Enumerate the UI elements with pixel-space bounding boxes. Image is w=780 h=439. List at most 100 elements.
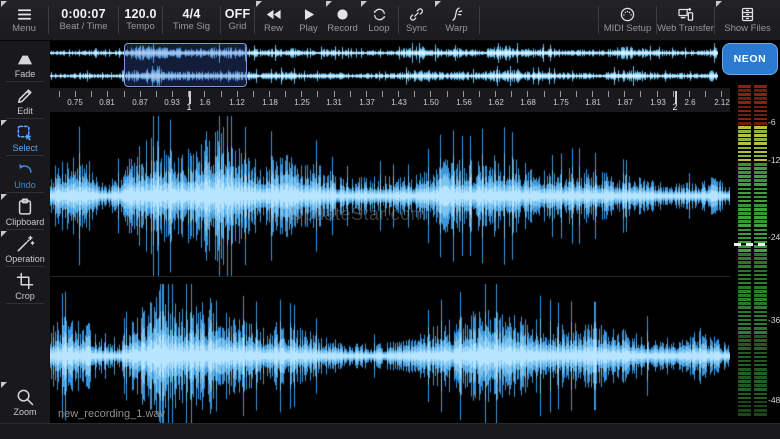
meter-segment [754,118,767,121]
crop-icon [15,271,35,291]
file-name-label: new_recording_1.wav [58,408,165,420]
meter-segment [754,368,767,371]
meter-segment [738,257,751,260]
ruler-tick [59,91,60,97]
meter-scale-label: -24 [768,232,780,242]
show-files-button[interactable]: Show Files [715,0,780,40]
field-time-sig[interactable]: 4/4Time Sig [163,0,220,40]
meter-segment [738,323,751,326]
midi-setup-button[interactable]: MIDI Setup [599,0,656,40]
loop-button[interactable]: Loop [360,0,398,40]
meter-segment [754,393,767,396]
sidebar-item-crop-label: Crop [15,292,35,301]
ruler-label: 1.81 [585,98,601,107]
long-press-indicator [1,382,7,388]
meter-segment [738,405,751,408]
ruler-tick [350,91,351,97]
meter-segment [738,282,751,285]
bottom-bar [0,423,780,439]
overview-waveform[interactable] [50,40,718,88]
field-beat-time[interactable]: 0:00:07Beat / Time [49,0,118,40]
ruler-label: 1.93 [650,98,666,107]
menu-button[interactable]: Menu [0,0,48,40]
sidebar-item-fade-label: Fade [15,70,36,79]
field-grid[interactable]: OFFGrid [221,0,254,40]
meter-segment [754,233,767,236]
meter-segment [754,315,767,318]
meter-segment [754,319,767,322]
web-transfer-button[interactable]: Web Transfer [657,0,714,40]
tool-sidebar: Fade EditSelect Undo ClipboardOperation Crop… [0,40,50,423]
meter-segment [754,384,767,387]
long-press-indicator [361,1,367,7]
meter-segment [754,224,767,227]
sidebar-item-undo[interactable]: Undo [0,156,50,193]
sync-label: Sync [406,24,427,34]
meter-segment [754,401,767,404]
meter-segment [738,118,751,121]
meter-segment [738,302,751,305]
meter-segment [754,294,767,297]
ruler-tick [317,91,318,97]
ruler-label: 1.56 [456,98,472,107]
meter-segment [754,274,767,277]
sidebar-item-undo-label: Undo [14,181,36,190]
ruler-tick [269,91,270,97]
ruler-tick [382,91,383,97]
ruler-tick [366,91,367,97]
meter-segment [754,97,767,100]
select-icon [15,123,35,143]
rew-label: Rew [264,24,283,34]
meter-segment [754,183,767,186]
ruler-tick [237,91,238,97]
meter-segment [754,220,767,223]
meter-segment [738,397,751,400]
ruler-tick [75,91,76,97]
web-transfer-icon [677,6,694,23]
timeline-ruler[interactable]: 0.750.810.870.931.61.121.181.251.311.371… [50,88,730,112]
meter-segment [738,106,751,109]
sidebar-item-crop[interactable]: Crop [0,267,50,304]
loop-icon [371,6,388,23]
overview-selection-box[interactable] [124,43,247,87]
ruler-label: 1.31 [326,98,342,107]
loop-label: Loop [368,24,389,34]
ruler-label: 1.50 [423,98,439,107]
field-tempo-label: Tempo [126,22,155,32]
ruler-tick [107,91,108,97]
sync-button[interactable]: Sync [399,0,434,40]
field-tempo[interactable]: 120.0Tempo [119,0,162,40]
meter-segment [738,265,751,268]
sidebar-item-clipboard[interactable]: Clipboard [0,193,50,230]
sidebar-item-operation[interactable]: Operation [0,230,50,267]
meter-segment [738,298,751,301]
meter-segment [738,122,751,125]
ruler-tick [430,91,431,97]
meter-segment [738,138,751,141]
meter-segment [738,155,751,158]
sidebar-item-fade[interactable]: Fade [0,45,50,82]
ruler-tick [398,91,399,97]
sidebar-item-zoom[interactable]: Zoom [0,381,50,423]
field-grid-value: OFF [225,8,251,21]
sidebar-item-edit[interactable]: Edit [0,82,50,119]
rew-button[interactable]: Rew [255,0,292,40]
ruler-tick [640,91,641,97]
ruler-tick [172,91,173,97]
meter-segment [738,253,751,256]
meter-segment [738,171,751,174]
clipboard-icon [15,197,35,217]
warp-button[interactable]: Warp [434,0,479,40]
meter-segment [738,237,751,240]
play-button[interactable]: Play [292,0,325,40]
record-icon [334,6,351,23]
record-button[interactable]: Record [325,0,360,40]
neon-button[interactable]: NEON [722,43,778,75]
meter-segment [754,257,767,260]
ruler-label: 1.68 [520,98,536,107]
main-waveform-area[interactable]: UpdateStar.com new_recording_1.wav [50,112,730,423]
long-press-indicator [256,1,262,7]
sidebar-item-select[interactable]: Select [0,119,50,156]
meter-segment [738,290,751,293]
meter-segment [754,200,767,203]
